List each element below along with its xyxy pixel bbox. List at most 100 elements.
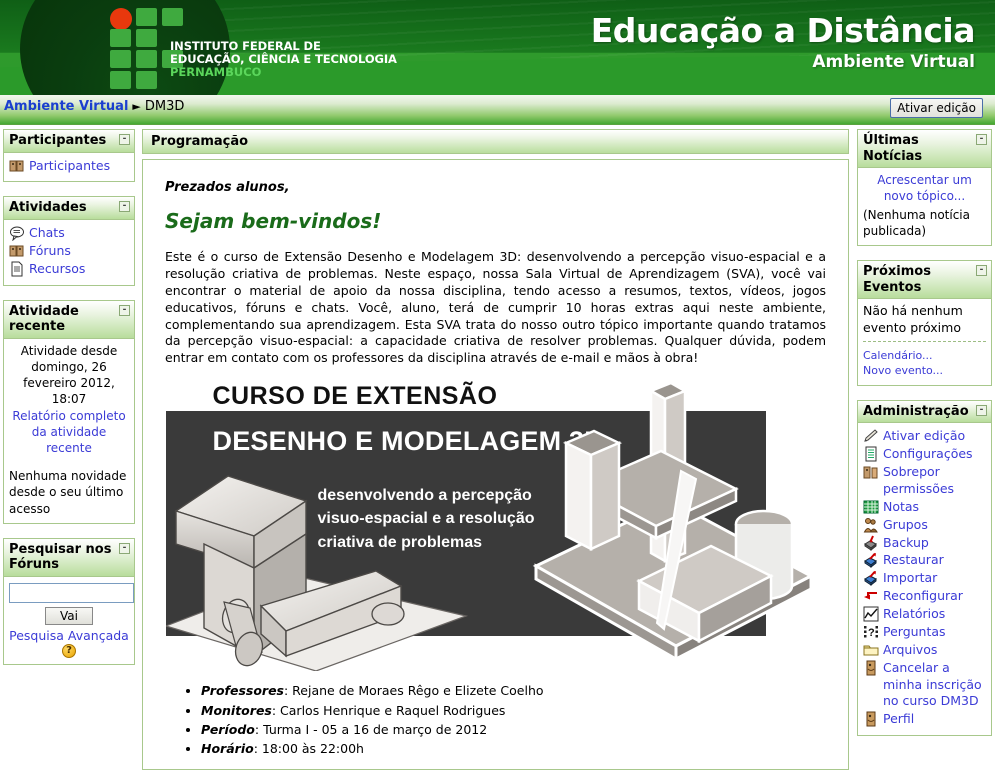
import-box-icon <box>863 570 879 587</box>
admin-item-profile[interactable]: Perfil <box>863 711 986 728</box>
calendar-link[interactable]: Calendário... <box>863 348 986 363</box>
collapse-icon[interactable]: - <box>119 304 130 316</box>
admin-item-files[interactable]: Arquivos <box>863 642 986 659</box>
collapse-icon[interactable]: - <box>976 404 987 416</box>
block-recent-activity-body: Atividade desde domingo, 26 fevereiro 20… <box>4 338 134 523</box>
admin-link-label[interactable]: Cancelar a minha inscrição no curso DM3D <box>883 660 986 711</box>
sidebar-link-label[interactable]: Fóruns <box>29 243 71 260</box>
block-activities-header: Atividades - <box>4 197 134 221</box>
admin-link-label[interactable]: Ativar edição <box>883 428 965 445</box>
logo-block <box>162 8 183 26</box>
collapse-icon[interactable]: - <box>976 264 987 276</box>
upcoming-events-empty: Não há nenhum evento próximo <box>863 303 986 342</box>
block-forum-search-body: Vai Pesquisa Avançada ? <box>4 576 134 664</box>
forum-search-input[interactable] <box>9 582 134 603</box>
admin-link-label[interactable]: Perfil <box>883 711 914 728</box>
question-bank-icon: ? <box>863 624 879 640</box>
intro-paragraph: Este é o curso de Extensão Desenho e Mod… <box>165 249 826 366</box>
admin-link-label[interactable]: Perguntas <box>883 624 946 641</box>
admin-link-label[interactable]: Notas <box>883 499 919 516</box>
detail-value: : 18:00 às 22:00h <box>253 741 364 757</box>
admin-item-settings[interactable]: Configurações <box>863 446 986 463</box>
block-latest-news-body: Acrescentar um novo tópico... (Nenhuma n… <box>858 168 991 245</box>
logo-block <box>136 71 157 89</box>
sidebar-link-label[interactable]: Participantes <box>29 158 110 175</box>
logo-dot-red <box>110 8 132 30</box>
breadcrumb-home-link[interactable]: Ambiente Virtual <box>4 99 128 114</box>
block-latest-news-title: Últimas Notícias <box>863 133 923 164</box>
admin-item-restore[interactable]: Restaurar <box>863 552 986 569</box>
list-item: Horário: 18:00 às 22:00h <box>201 739 826 758</box>
sidebar-item-recursos[interactable]: Recursos <box>9 261 129 278</box>
new-event-link[interactable]: Novo evento... <box>863 363 986 378</box>
breadcrumb-current: DM3D <box>144 99 185 114</box>
sidebar-link-label[interactable]: Chats <box>29 225 65 242</box>
sidebar-item-chats[interactable]: Chats <box>9 225 129 242</box>
forum-search-go-button[interactable]: Vai <box>45 606 93 625</box>
block-upcoming-events-body: Não há nenhum evento próximo Calendário.… <box>858 299 991 385</box>
advanced-search-link[interactable]: Pesquisa Avançada <box>9 628 129 643</box>
block-recent-activity-header: Atividade recente - <box>4 300 134 339</box>
people-permissions-icon <box>863 464 879 480</box>
admin-link-label[interactable]: Arquivos <box>883 642 937 659</box>
section-title: Programação <box>142 129 849 154</box>
sidebar-link-label[interactable]: Recursos <box>29 261 85 278</box>
right-sidebar: Últimas Notícias - Acrescentar um novo t… <box>855 125 995 755</box>
admin-item-reports[interactable]: Relatórios <box>863 606 986 623</box>
add-topic-row[interactable]: Acrescentar um novo tópico... <box>863 172 986 204</box>
list-item: Monitores: Carlos Henrique e Raquel Rodr… <box>201 701 826 720</box>
collapse-icon[interactable]: - <box>119 542 130 554</box>
detail-label: Período <box>201 721 255 737</box>
admin-item-groups[interactable]: Grupos <box>863 517 986 534</box>
admin-link-label[interactable]: Relatórios <box>883 606 945 623</box>
admin-link-label[interactable]: Backup <box>883 535 929 552</box>
admin-link-label[interactable]: Reconfigurar <box>883 588 963 605</box>
admin-link-label[interactable]: Importar <box>883 570 937 587</box>
admin-item-backup[interactable]: Backup <box>863 535 986 552</box>
admin-item-unenrol[interactable]: Cancelar a minha inscrição no curso DM3D <box>863 660 986 711</box>
breadcrumb: Ambiente Virtual ► DM3D <box>4 99 184 114</box>
admin-item-grades[interactable]: Notas <box>863 499 986 516</box>
sidebar-item-participantes[interactable]: Participantes <box>9 158 129 175</box>
full-report-link[interactable]: Relatório completo da atividade recente <box>12 409 125 455</box>
course-details-list: Professores: Rejane de Moraes Rêgo e Eli… <box>165 681 826 759</box>
site-subtitle: Ambiente Virtual <box>812 52 975 72</box>
block-recent-activity-title: Atividade recente <box>9 303 79 335</box>
breadcrumb-separator-icon: ► <box>132 100 141 113</box>
admin-link-label[interactable]: Grupos <box>883 517 928 534</box>
block-latest-news-header: Últimas Notícias - <box>858 130 991 169</box>
logo-block <box>110 71 131 89</box>
admin-item-questions[interactable]: ? Perguntas <box>863 624 986 641</box>
sidebar-item-foruns[interactable]: Fóruns <box>9 243 129 260</box>
restore-box-icon <box>863 552 879 569</box>
list-item: Professores: Rejane de Moraes Rêgo e Eli… <box>201 681 826 700</box>
collapse-icon[interactable]: - <box>119 201 130 213</box>
block-administration-body: Ativar edição Configurações Sobrepor per… <box>858 423 991 736</box>
admin-link-label[interactable]: Sobrepor permissões <box>883 464 986 498</box>
logo-block <box>136 8 157 26</box>
help-icon[interactable]: ? <box>62 643 76 658</box>
admin-item-reset[interactable]: Reconfigurar <box>863 588 986 605</box>
admin-item-activate-editing[interactable]: Ativar edição <box>863 428 986 445</box>
collapse-icon[interactable]: - <box>976 134 987 145</box>
advanced-search[interactable]: Pesquisa Avançada <box>9 628 129 643</box>
block-forum-search-header: Pesquisar nos Fóruns - <box>4 538 134 577</box>
admin-item-override-permissions[interactable]: Sobrepor permissões <box>863 464 986 498</box>
block-administration-title: Administração <box>863 403 969 419</box>
block-participants-header: Participantes - <box>4 130 134 153</box>
institute-name: INSTITUTO FEDERAL DE EDUCAÇÃO, CIÊNCIA E… <box>170 40 397 79</box>
admin-link-label[interactable]: Configurações <box>883 446 973 463</box>
block-upcoming-events: Próximos Eventos - Não há nenhum evento … <box>857 259 992 386</box>
site-title-group: Educação a Distância Ambiente Virtual <box>591 14 976 72</box>
course-banner-image: CURSO DE EXTENSÃO DESENHO E MODELAGEM 3D… <box>165 381 826 672</box>
add-new-topic-link[interactable]: Acrescentar um novo tópico... <box>877 173 972 203</box>
svg-text:?: ? <box>868 627 875 639</box>
logo-block <box>110 50 131 68</box>
activate-editing-button[interactable]: Ativar edição <box>890 98 983 118</box>
welcome-heading: Sejam bem-vindos! <box>165 209 382 233</box>
collapse-icon[interactable]: - <box>119 134 130 145</box>
admin-item-import[interactable]: Importar <box>863 570 986 587</box>
recent-activity-report[interactable]: Relatório completo da atividade recente <box>9 408 129 457</box>
admin-link-label[interactable]: Restaurar <box>883 552 944 569</box>
page-body: Participantes - Participantes Atividades… <box>0 125 995 770</box>
